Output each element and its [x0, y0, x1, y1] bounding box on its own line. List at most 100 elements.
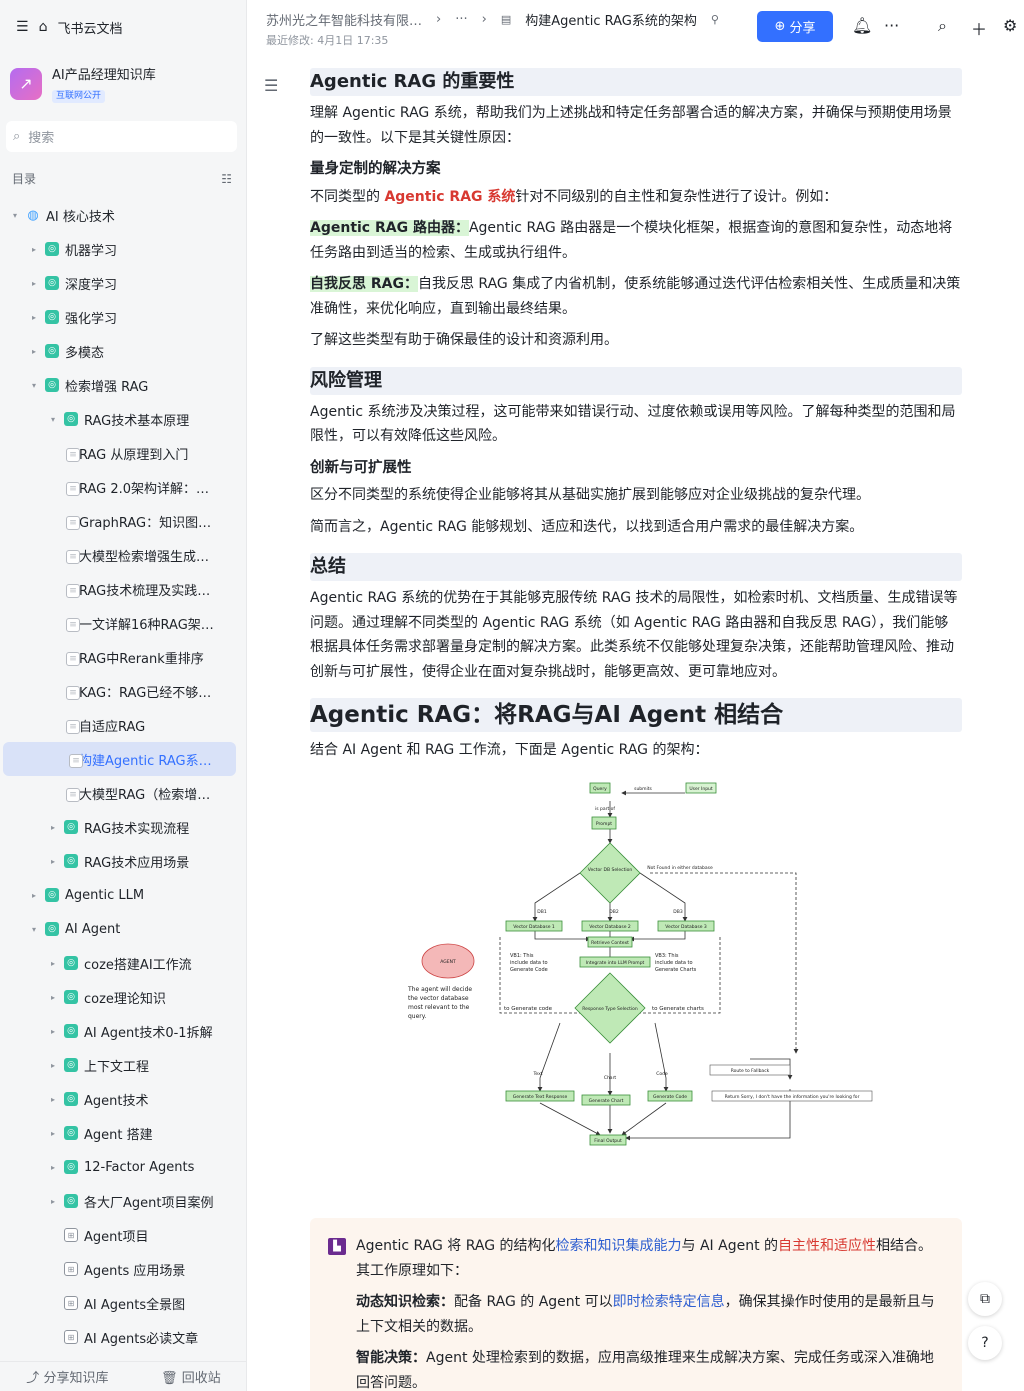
chevron-right-icon[interactable]: ▸: [46, 857, 60, 866]
search-icon[interactable]: ⌕: [938, 16, 947, 36]
sidebar-tree-item[interactable]: ≡ RAG技术梳理及实践…: [0, 572, 247, 606]
chevron-right-icon[interactable]: ▸: [27, 313, 41, 322]
sidebar-tree-item[interactable]: ≡ 大模型检索增强生成…: [0, 538, 247, 572]
chevron-right-icon[interactable]: ▸: [46, 993, 60, 1002]
sidebar-tree-item[interactable]: ▾ ◍ AI 核心技术: [0, 198, 247, 232]
share-icon: ⤴: [26, 1371, 40, 1386]
sidebar-tree-item[interactable]: ▸ ◎ 12-Factor Agents: [0, 1150, 247, 1184]
table-icon: ⊞: [64, 1330, 78, 1344]
plus-icon[interactable]: ＋: [971, 16, 987, 40]
pin-icon[interactable]: ⚲: [711, 13, 719, 26]
tree-item-label: 各大厂Agent项目案例: [84, 1195, 214, 1211]
paragraph-router: Agentic RAG 路由器：Agentic RAG 路由器是一个模块化框架，…: [310, 216, 962, 265]
sidebar-tree-item[interactable]: ▾ ◎ AI Agent: [0, 912, 247, 946]
breadcrumb-root[interactable]: 苏州光之年智能科技有限…: [266, 10, 422, 29]
knowledge-base-header[interactable]: ↗ AI产品经理知识库 互联网公开: [10, 64, 156, 103]
share-button[interactable]: ⊕ 分享: [757, 11, 833, 42]
sidebar-tree-item[interactable]: ▸ ◎ coze理论知识: [0, 980, 247, 1014]
doc-tree: ▾ ◍ AI 核心技术 ▸ ◎ 机器学习 ▸ ◎ 深度学习 ▸ ◎ 强化学习 ▸ ◎ 多模态 ▾ ◎ 检索增强 R…: [0, 198, 247, 1354]
sidebar-tree-item[interactable]: ▸ ◎ RAG技术应用场景: [0, 844, 247, 878]
chevron-right-icon[interactable]: ▸: [46, 823, 60, 832]
sidebar-tree-item[interactable]: ▸ ◎ RAG技术实现流程: [0, 810, 247, 844]
sidebar-tree-item[interactable]: ≡ 构建Agentic RAG系…: [3, 742, 236, 776]
gear-icon[interactable]: ⚙: [1003, 16, 1017, 35]
chevron-down-icon[interactable]: ▾: [46, 415, 60, 424]
tree-item-label: 强化学习: [65, 311, 118, 327]
bold-label: 智能决策：: [356, 1350, 426, 1366]
sidebar-tree-item[interactable]: ≡ RAG 2.0架构详解：…: [0, 470, 247, 504]
chevron-right-icon[interactable]: ▸: [46, 1095, 60, 1104]
share-kb-button[interactable]: ⤴ 分享知识库: [26, 1367, 108, 1386]
sidebar-tree-item[interactable]: ▸ ◎ 上下文工程: [0, 1048, 247, 1082]
sidebar-tree-item[interactable]: ≡ 大模型RAG（检索增…: [0, 776, 247, 810]
sidebar-tree-item[interactable]: ▸ ◎ 强化学习: [0, 300, 247, 334]
sidebar-top: ☰ ⌂ 飞书云文档: [0, 0, 247, 54]
chevron-down-icon[interactable]: ▾: [8, 211, 22, 220]
doc-icon: ≡: [69, 754, 83, 768]
copy-doc-icon[interactable]: ⧉: [968, 1282, 1002, 1316]
flowchart-svg: Query submits User Input is part of Prom…: [407, 782, 873, 1145]
tree-item-label: RAG技术基本原理: [84, 413, 190, 429]
sidebar-search-input[interactable]: ⌕ 搜索: [6, 121, 237, 152]
more-icon[interactable]: ···: [884, 16, 899, 35]
recycle-bin-button[interactable]: 🗑 回收站: [161, 1367, 221, 1386]
sidebar-tree-item[interactable]: ▸ ◎ Agentic LLM: [0, 878, 247, 912]
sidebar-tree-item[interactable]: ≡ RAG中Rerank重排序: [0, 640, 247, 674]
bell-icon[interactable]: 🔔︎: [852, 16, 872, 35]
tree-item-label: RAG 从原理到入门: [79, 447, 189, 463]
svg-text:Generate Text Response: Generate Text Response: [513, 1094, 568, 1100]
last-modified: 最近修改: 4月1日 17:35: [266, 34, 389, 47]
help-icon[interactable]: ?: [968, 1326, 1002, 1360]
text: 配备 RAG 的 Agent 可以: [454, 1294, 613, 1310]
chevron-right-icon[interactable]: ▸: [27, 347, 41, 356]
svg-text:DB1: DB1: [537, 909, 547, 915]
breadcrumb-more[interactable]: ···: [455, 12, 467, 27]
chevron-right-icon[interactable]: ▸: [27, 279, 41, 288]
toc-list-icon[interactable]: ☷: [221, 172, 232, 186]
chevron-right-icon[interactable]: ▸: [46, 1163, 60, 1172]
tree-item-label: 检索增强 RAG: [65, 379, 149, 395]
sidebar-tree-item[interactable]: ⊞ AI Agents必读文章: [0, 1320, 247, 1354]
collapse-sidebar-icon[interactable]: ☰: [16, 19, 29, 35]
chevron-right-icon[interactable]: ▸: [46, 1027, 60, 1036]
sidebar-tree-item[interactable]: ▾ ◎ RAG技术基本原理: [0, 402, 247, 436]
sidebar-tree-item[interactable]: ▸ ◎ 多模态: [0, 334, 247, 368]
chevron-down-icon[interactable]: ▾: [27, 925, 41, 934]
svg-text:Vector Database 1: Vector Database 1: [513, 924, 555, 930]
sidebar-tree-item[interactable]: ⊞ Agents 应用场景: [0, 1252, 247, 1286]
sidebar-tree-item[interactable]: ▸ ◎ 深度学习: [0, 266, 247, 300]
doc-title[interactable]: 构建Agentic RAG系统的架构: [525, 10, 697, 29]
sidebar-tree-item[interactable]: ▸ ◎ AI Agent技术0-1拆解: [0, 1014, 247, 1048]
chevron-right-icon[interactable]: ▸: [27, 891, 41, 900]
sidebar-tree-item[interactable]: ▸ ◎ Agent技术: [0, 1082, 247, 1116]
chevron-down-icon[interactable]: ▾: [27, 381, 41, 390]
tree-item-label: RAG技术实现流程: [84, 821, 190, 837]
svg-text:VB3: This: VB3: This: [655, 953, 679, 959]
home-icon[interactable]: ⌂: [39, 19, 48, 35]
outline-icon[interactable]: ☰: [264, 76, 278, 95]
chevron-right-icon[interactable]: ▸: [46, 1129, 60, 1138]
architecture-diagram[interactable]: Query submits User Input is part of Prom…: [310, 773, 962, 1153]
tree-item-label: 自适应RAG: [79, 719, 146, 735]
app-name[interactable]: 飞书云文档: [57, 18, 122, 37]
chevron-right-icon[interactable]: ▸: [46, 1197, 60, 1206]
highlight-label: 自我反思 RAG：: [310, 276, 418, 292]
sidebar-tree-item[interactable]: ≡ 一文详解16种RAG架…: [0, 606, 247, 640]
sidebar-tree-item[interactable]: ≡ 自适应RAG: [0, 708, 247, 742]
chevron-right-icon[interactable]: ▸: [46, 1061, 60, 1070]
sidebar-tree-item[interactable]: ≡ RAG 从原理到入门: [0, 436, 247, 470]
bold-label: 动态知识检索：: [356, 1294, 454, 1310]
svg-text:Vector Database 3: Vector Database 3: [665, 924, 707, 930]
sidebar-tree-item[interactable]: ▸ ◎ Agent 搭建: [0, 1116, 247, 1150]
sidebar-tree-item[interactable]: ⊞ AI Agents全景图: [0, 1286, 247, 1320]
sidebar-tree-item[interactable]: ≡ KAG：RAG已经不够…: [0, 674, 247, 708]
sidebar-tree-item[interactable]: ▾ ◎ 检索增强 RAG: [0, 368, 247, 402]
sidebar-tree-item[interactable]: ▸ ◎ coze搭建AI工作流: [0, 946, 247, 980]
sidebar-tree-item[interactable]: ≡ GraphRAG：知识图…: [0, 504, 247, 538]
sidebar-tree-item[interactable]: ⊞ Agent项目: [0, 1218, 247, 1252]
sidebar-tree-item[interactable]: ▸ ◎ 各大厂Agent项目案例: [0, 1184, 247, 1218]
chevron-right-icon[interactable]: ▸: [27, 245, 41, 254]
sidebar-tree-item[interactable]: ▸ ◎ 机器学习: [0, 232, 247, 266]
chevron-right-icon[interactable]: ▸: [46, 959, 60, 968]
wiki-folder-icon: ◎: [45, 242, 59, 256]
